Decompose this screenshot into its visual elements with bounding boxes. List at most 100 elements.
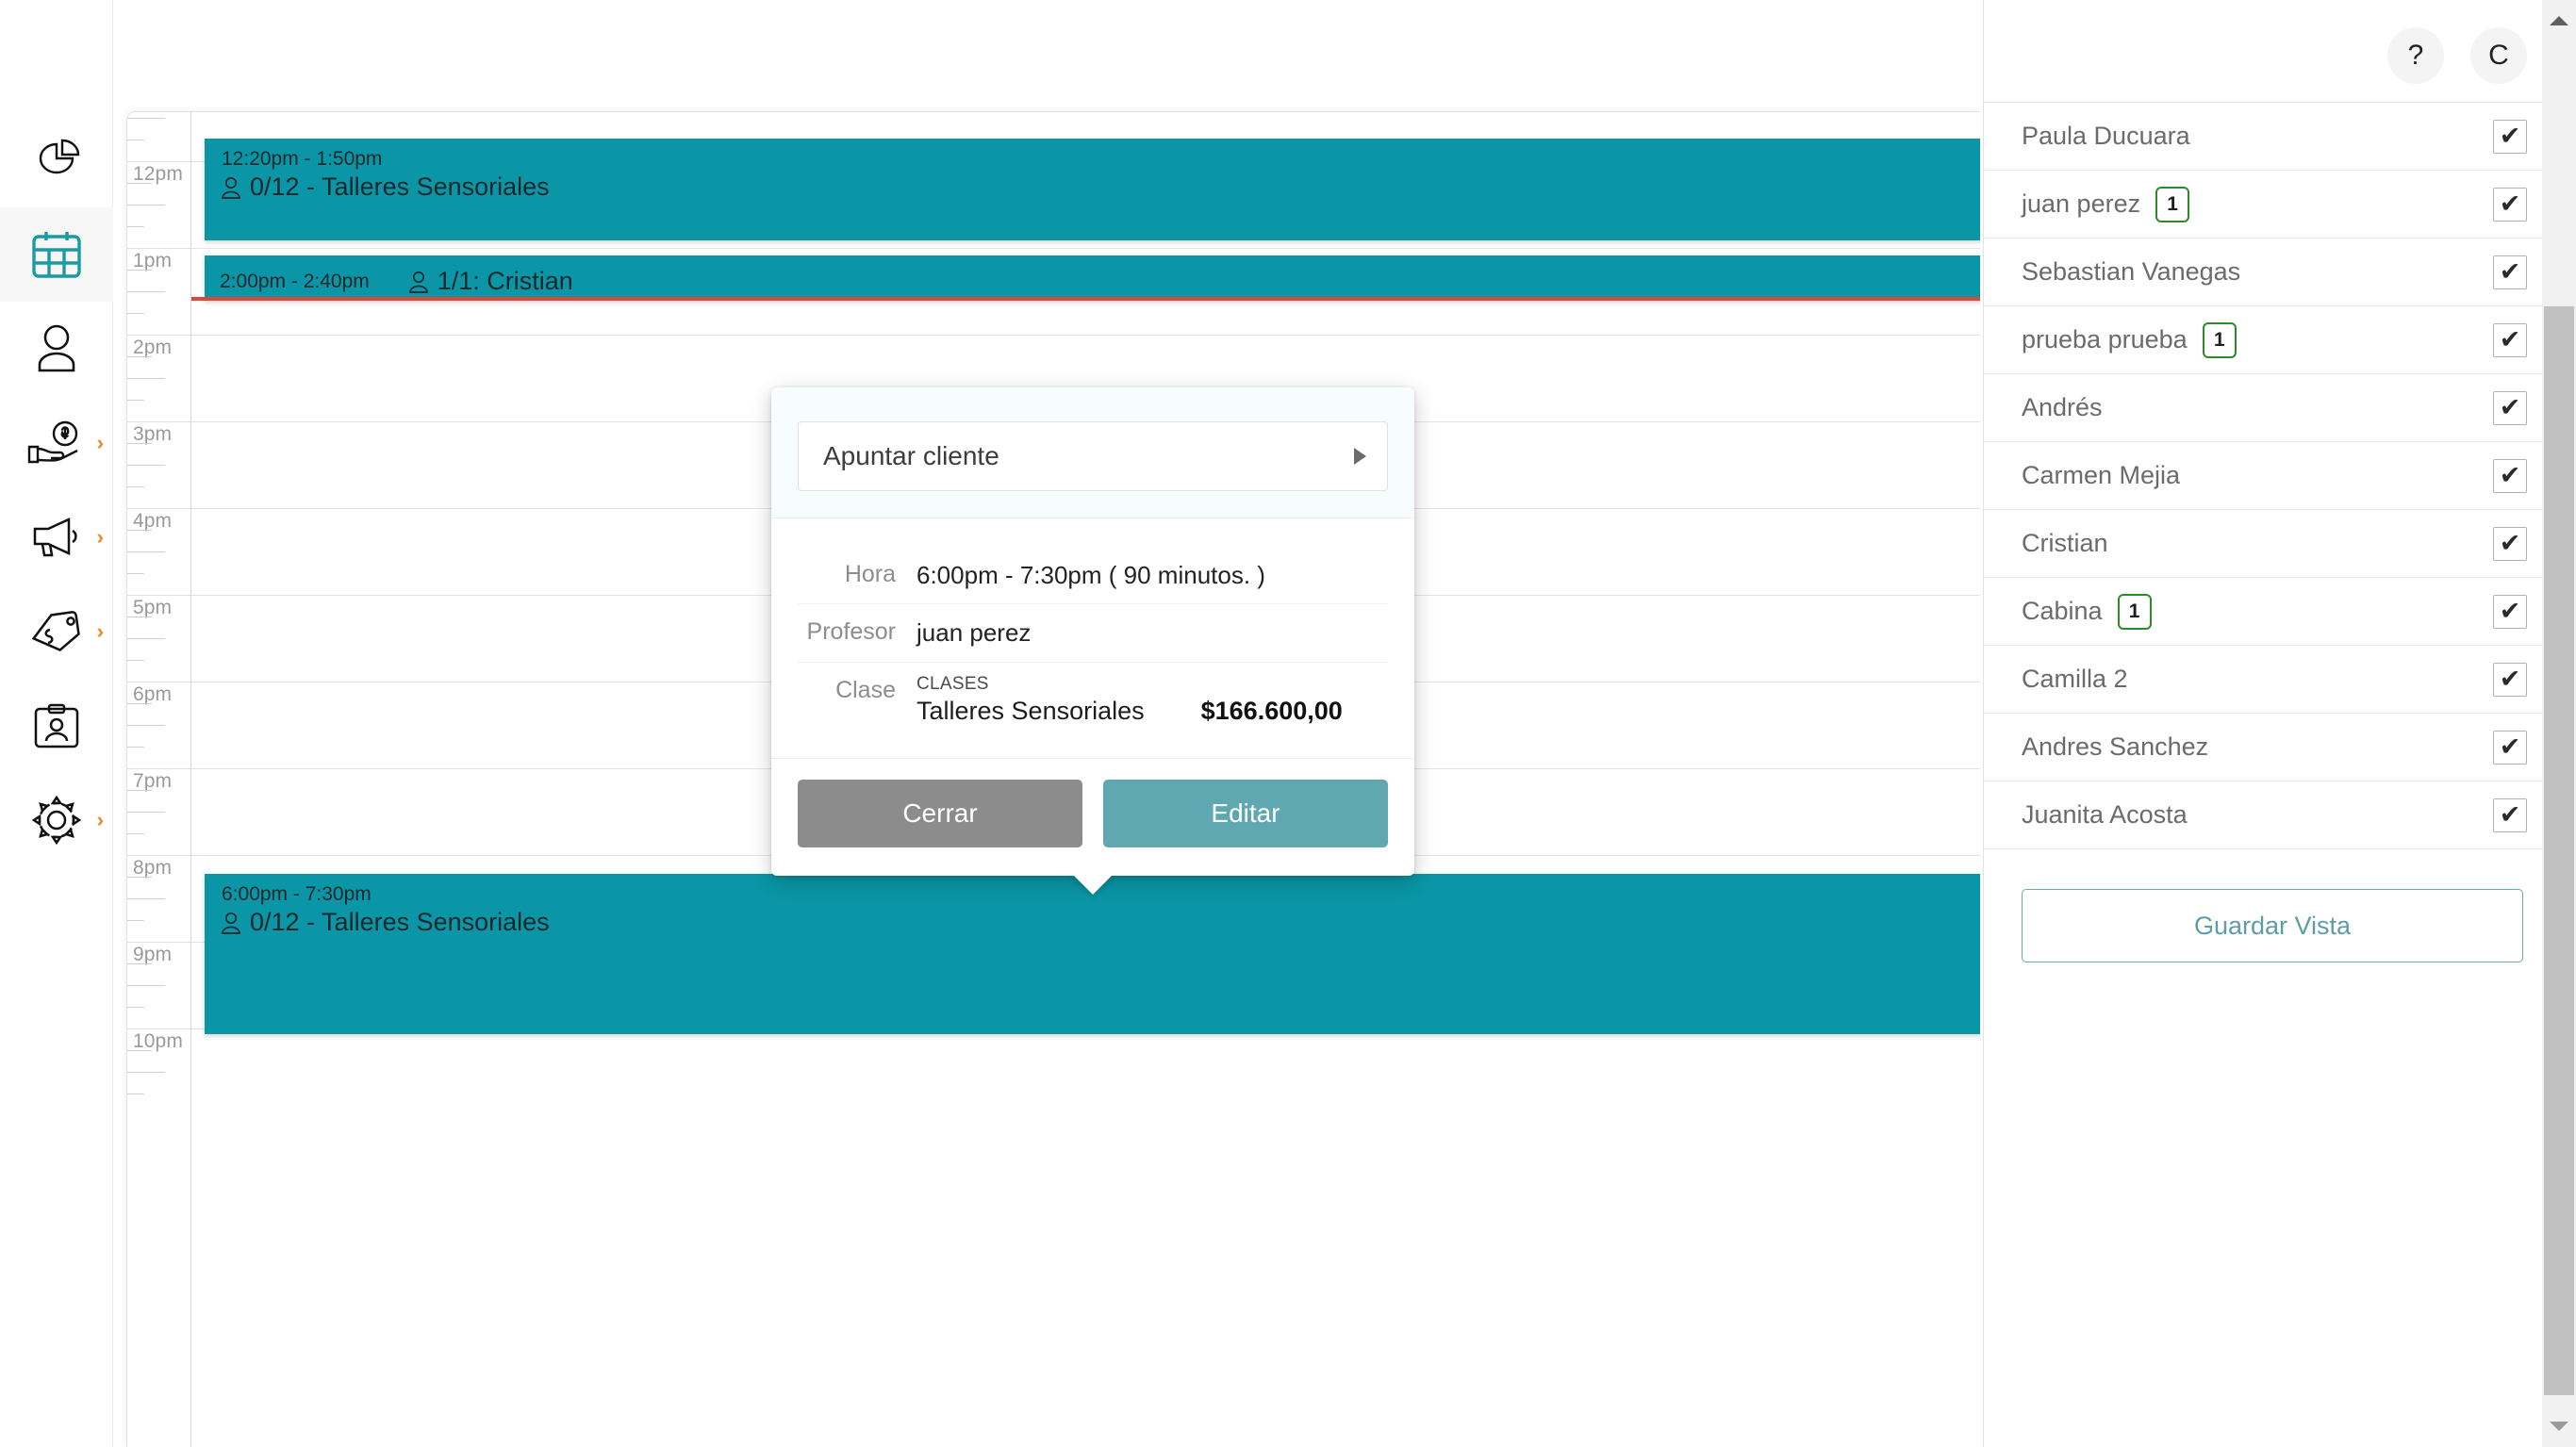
chevron-right-icon: › bbox=[96, 619, 104, 643]
hour-separator bbox=[127, 248, 190, 249]
calendar-event[interactable]: 6:00pm - 7:30pm 0/12 - Talleres Sensoria… bbox=[205, 874, 1980, 1034]
quarter-hour-tick bbox=[127, 551, 165, 552]
event-detail-popup: Apuntar cliente Hora 6:00pm - 7:30pm ( 9… bbox=[771, 387, 1414, 895]
resource-filter-row[interactable]: Juanita Acosta ✔ bbox=[1984, 781, 2560, 849]
quarter-hour-tick bbox=[127, 183, 152, 184]
page-scrollbar[interactable] bbox=[2542, 0, 2576, 1447]
resource-filter-row[interactable]: Cristian ✔ bbox=[1984, 510, 2560, 578]
popup-row-profesor: Profesor juan perez bbox=[798, 603, 1388, 661]
resource-checkbox[interactable]: ✔ bbox=[2493, 662, 2527, 697]
sidebar-item-staff[interactable] bbox=[0, 679, 113, 773]
resource-filter-row[interactable]: Cabina 1 ✔ bbox=[1984, 578, 2560, 646]
quarter-hour-tick bbox=[127, 812, 165, 813]
popup-row-value: juan perez bbox=[916, 618, 1032, 648]
scroll-down-arrow-icon[interactable] bbox=[2542, 1409, 2576, 1443]
resource-count-badge: 1 bbox=[2202, 321, 2237, 358]
quarter-hour-tick bbox=[127, 1072, 165, 1073]
resource-checkbox[interactable]: ✔ bbox=[2493, 797, 2527, 832]
quarter-hour-tick bbox=[127, 833, 144, 834]
guardar-vista-button[interactable]: Guardar Vista bbox=[2022, 889, 2523, 962]
resource-checkbox[interactable]: ✔ bbox=[2493, 458, 2527, 493]
resource-filter-row[interactable]: Camilla 2 ✔ bbox=[1984, 646, 2560, 714]
hour-separator bbox=[127, 421, 190, 422]
cerrar-button[interactable]: Cerrar bbox=[798, 779, 1082, 847]
resource-checkbox[interactable]: ✔ bbox=[2493, 187, 2527, 222]
resource-filter-row[interactable]: Andrés ✔ bbox=[1984, 374, 2560, 442]
editar-button[interactable]: Editar bbox=[1103, 779, 1388, 847]
resource-filter-row[interactable]: prueba prueba 1 ✔ bbox=[1984, 306, 2560, 374]
resource-checkbox[interactable]: ✔ bbox=[2493, 322, 2527, 357]
sidebar-item-sales[interactable]: › bbox=[0, 396, 113, 490]
resource-checkbox[interactable]: ✔ bbox=[2493, 526, 2527, 561]
calendar-icon bbox=[30, 229, 83, 280]
quarter-hour-tick bbox=[127, 703, 152, 704]
popup-row-value: 6:00pm - 7:30pm ( 90 minutos. ) bbox=[916, 561, 1265, 589]
clase-name: Talleres Sensoriales bbox=[916, 696, 1145, 725]
resource-filter-row[interactable]: Andres Sanchez ✔ bbox=[1984, 714, 2560, 781]
check-icon: ✔ bbox=[2499, 461, 2521, 489]
quarter-hour-tick bbox=[127, 530, 152, 531]
account-avatar-button[interactable]: C bbox=[2470, 27, 2527, 84]
quarter-hour-tick bbox=[127, 573, 144, 574]
resource-name: Andres Sanchez bbox=[2022, 732, 2209, 761]
save-view-wrapper: Guardar Vista bbox=[1984, 849, 2560, 962]
popup-row-hora: Hora 6:00pm - 7:30pm ( 90 minutos. ) bbox=[798, 547, 1388, 603]
resource-filter-row[interactable]: juan perez 1 ✔ bbox=[1984, 171, 2560, 238]
help-button[interactable]: ? bbox=[2387, 27, 2444, 84]
quarter-hour-tick bbox=[127, 660, 144, 661]
resource-checkbox[interactable]: ✔ bbox=[2493, 594, 2527, 629]
calendar-event[interactable]: 2:00pm - 2:40pm 1/1: Cristian bbox=[205, 255, 1980, 301]
resource-filter-row[interactable]: Paula Ducuara ✔ bbox=[1984, 103, 2560, 171]
popup-body: Hora 6:00pm - 7:30pm ( 90 minutos. ) Pro… bbox=[771, 518, 1414, 758]
quarter-hour-tick bbox=[127, 920, 144, 921]
quarter-hour-tick bbox=[127, 725, 165, 726]
quarter-hour-tick bbox=[127, 118, 165, 119]
resource-checkbox[interactable]: ✔ bbox=[2493, 730, 2527, 765]
resource-filter-row[interactable]: Sebastian Vanegas ✔ bbox=[1984, 238, 2560, 306]
scroll-up-arrow-icon[interactable] bbox=[2542, 4, 2576, 38]
caret-right-icon bbox=[1354, 448, 1366, 465]
id-badge-icon bbox=[32, 701, 81, 750]
quarter-hour-tick bbox=[127, 465, 165, 466]
event-detail-text: 0/12 - Talleres Sensoriales bbox=[250, 173, 550, 201]
sidebar-item-marketing[interactable]: › bbox=[0, 490, 113, 584]
resource-checkbox[interactable]: ✔ bbox=[2493, 390, 2527, 425]
clase-price: $166.600,00 bbox=[1200, 696, 1343, 725]
check-icon: ✔ bbox=[2499, 597, 2521, 625]
popup-row-label: Profesor bbox=[806, 618, 896, 646]
hour-separator bbox=[127, 768, 190, 769]
hour-separator bbox=[127, 335, 190, 336]
resource-checkbox[interactable]: ✔ bbox=[2493, 119, 2527, 154]
hand-money-icon bbox=[26, 420, 87, 466]
resource-count-badge: 1 bbox=[2155, 186, 2190, 222]
person-icon bbox=[407, 270, 430, 294]
quarter-hour-tick bbox=[127, 400, 144, 401]
user-icon bbox=[34, 323, 79, 374]
hour-separator bbox=[127, 161, 190, 162]
resource-name: Juanita Acosta bbox=[2022, 800, 2188, 829]
pie-chart-icon bbox=[31, 139, 82, 182]
check-icon: ✔ bbox=[2499, 732, 2521, 761]
resource-checkbox[interactable]: ✔ bbox=[2493, 255, 2527, 289]
resource-name: prueba prueba bbox=[2022, 325, 2188, 354]
top-actions: ? C bbox=[2387, 0, 2527, 111]
sidebar-item-clients[interactable] bbox=[0, 302, 113, 396]
quarter-hour-tick bbox=[127, 443, 152, 444]
popup-pointer-arrow bbox=[1072, 873, 1114, 895]
resource-name: Paula Ducuara bbox=[2022, 122, 2190, 150]
scrollbar-thumb[interactable] bbox=[2544, 306, 2574, 1395]
check-icon: ✔ bbox=[2499, 325, 2521, 354]
resource-filter-row[interactable]: Carmen Mejia ✔ bbox=[1984, 442, 2560, 510]
apuntar-cliente-select[interactable]: Apuntar cliente bbox=[798, 421, 1388, 491]
resource-name: Camilla 2 bbox=[2022, 665, 2128, 693]
sidebar-item-settings[interactable]: › bbox=[0, 773, 113, 867]
event-detail: 0/12 - Talleres Sensoriales bbox=[205, 906, 1980, 937]
sidebar-item-calendar[interactable] bbox=[0, 207, 113, 302]
popup-footer: Cerrar Editar bbox=[771, 757, 1414, 876]
quarter-hour-tick bbox=[127, 486, 144, 487]
resource-name: Cristian bbox=[2022, 529, 2108, 557]
calendar-event[interactable]: 12:20pm - 1:50pm 0/12 - Talleres Sensori… bbox=[205, 139, 1980, 240]
sidebar-item-reports[interactable] bbox=[0, 113, 113, 207]
sidebar-item-products[interactable]: › bbox=[0, 584, 113, 679]
check-icon: ✔ bbox=[2499, 257, 2521, 286]
